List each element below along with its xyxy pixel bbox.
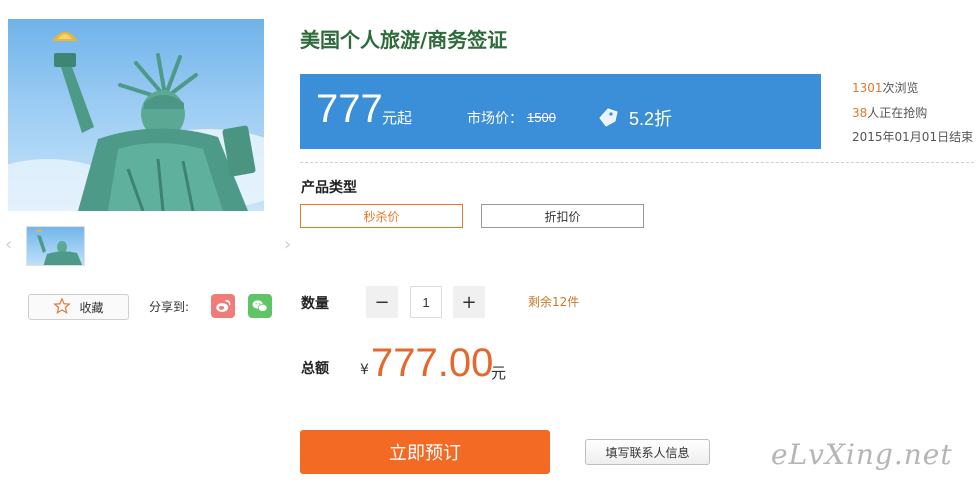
current-price: 777 bbox=[316, 87, 383, 131]
site-watermark: eLvXing.net bbox=[771, 438, 953, 471]
quantity-label: 数量 bbox=[301, 296, 329, 312]
gallery-prev-button[interactable]: ‹ bbox=[5, 234, 12, 255]
gallery-thumbnail[interactable] bbox=[26, 226, 85, 266]
option-flash-sale[interactable]: 秒杀价 bbox=[300, 204, 463, 228]
weibo-icon[interactable] bbox=[211, 294, 235, 318]
product-main-image bbox=[8, 19, 264, 211]
view-count: 1301次浏览 bbox=[852, 81, 919, 95]
statue-of-liberty-image bbox=[8, 32, 264, 211]
gallery-next-button[interactable]: › bbox=[284, 234, 291, 255]
option-discount[interactable]: 折扣价 bbox=[481, 204, 644, 228]
wechat-icon[interactable] bbox=[248, 294, 272, 318]
book-now-button[interactable]: 立即预订 bbox=[300, 430, 550, 474]
end-date: 2015年01月01日结束 bbox=[852, 130, 974, 144]
share-label: 分享到: bbox=[149, 300, 190, 314]
tag-icon bbox=[596, 106, 620, 132]
divider bbox=[300, 162, 974, 163]
fill-contact-info-button[interactable]: 填写联系人信息 bbox=[585, 439, 710, 465]
favorite-label: 收藏 bbox=[79, 300, 104, 315]
quantity-input[interactable] bbox=[410, 286, 442, 318]
product-title: 美国个人旅游/商务签证 bbox=[300, 28, 508, 52]
total-label: 总额 bbox=[301, 361, 329, 377]
total-currency: ¥ bbox=[360, 362, 369, 378]
market-price-value: 1500 bbox=[527, 110, 556, 125]
favorite-button[interactable]: 收藏 bbox=[28, 294, 129, 320]
product-type-label: 产品类型 bbox=[301, 180, 357, 196]
star-icon bbox=[53, 296, 72, 318]
price-suffix: 元起 bbox=[382, 109, 413, 127]
quantity-increase-button[interactable]: + bbox=[453, 286, 485, 318]
quantity-decrease-button[interactable]: − bbox=[366, 286, 398, 318]
market-price-label: 市场价： bbox=[467, 111, 523, 127]
discount-rate: 5.2折 bbox=[629, 109, 673, 129]
total-unit: 元 bbox=[491, 364, 507, 382]
total-amount: 777.00 bbox=[371, 341, 494, 385]
stock-remaining: 剩余12件 bbox=[528, 295, 580, 309]
buyer-count: 38人正在抢购 bbox=[852, 106, 928, 120]
price-panel: 777 元起 市场价： 1500 5.2折 bbox=[300, 74, 821, 149]
